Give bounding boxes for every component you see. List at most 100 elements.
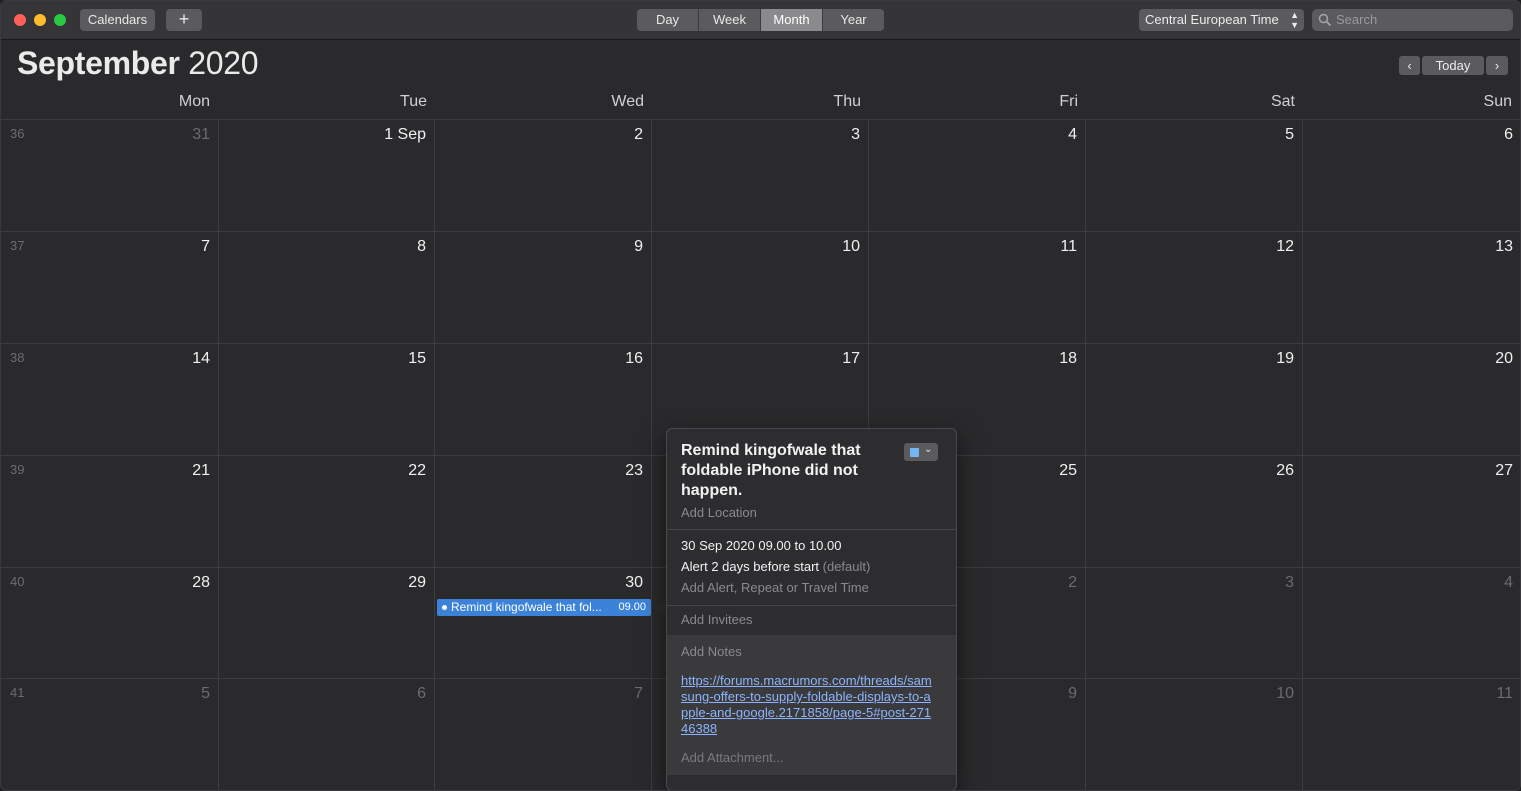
search-icon — [1318, 13, 1332, 27]
event-time: 09.00 — [618, 601, 646, 613]
popover-arrow — [653, 597, 667, 617]
day-cell[interactable]: 30 — [435, 568, 652, 679]
tab-day[interactable]: Day — [637, 9, 699, 31]
day-cell[interactable]: 4 — [869, 120, 1086, 232]
day-cell[interactable]: 40 28 — [1, 568, 219, 679]
day-number: 2 — [634, 126, 643, 143]
calendar-color-picker[interactable]: ⌄ — [904, 443, 938, 461]
day-cell[interactable]: 23 — [435, 456, 652, 568]
weekday-label: Thu — [833, 93, 861, 110]
event-popover: Remind kingofwale that foldable iPhone d… — [666, 428, 957, 790]
day-number: 18 — [1059, 350, 1077, 367]
day-cell[interactable]: 12 — [1086, 232, 1303, 344]
add-notes-label: Add Notes — [681, 644, 742, 659]
minimize-window-button[interactable] — [34, 14, 46, 26]
tab-month[interactable]: Month — [761, 9, 823, 31]
day-cell[interactable]: 2 — [435, 120, 652, 232]
day-number: 4 — [1068, 126, 1077, 143]
tab-year[interactable]: Year — [823, 9, 884, 31]
day-cell[interactable]: 39 21 — [1, 456, 219, 568]
day-cell[interactable]: 3 — [1086, 568, 1303, 679]
updown-chevron-icon: ▲ ▼ — [1290, 10, 1299, 30]
day-cell[interactable]: 10 — [652, 232, 869, 344]
week-number: 40 — [10, 574, 25, 589]
event-date-time[interactable]: 30 Sep 2020 09.00 to 10.00 — [681, 538, 841, 553]
day-cell[interactable]: 19 — [1086, 344, 1303, 456]
day-cell[interactable]: 27 — [1303, 456, 1520, 568]
day-cell[interactable]: 7 — [435, 679, 652, 790]
search-placeholder: Search — [1336, 12, 1378, 27]
day-cell[interactable]: 4 — [1303, 568, 1520, 679]
day-number: 5 — [1285, 126, 1294, 143]
day-number: 23 — [625, 462, 643, 479]
next-month-button[interactable]: › — [1486, 56, 1508, 75]
day-cell[interactable]: 15 — [218, 344, 435, 456]
notes-url-link[interactable]: https://forums.macrumors.com/threads/sam… — [681, 673, 936, 737]
add-event-button[interactable]: + — [166, 9, 202, 31]
weekday-label: Wed — [611, 93, 644, 110]
view-segmented-control: Day Week Month Year — [637, 9, 884, 31]
tab-week[interactable]: Week — [699, 9, 761, 31]
event-title: Remind kingofwale that fol... — [451, 600, 602, 614]
day-cell[interactable]: 38 14 — [1, 344, 219, 456]
day-number: 6 — [417, 685, 426, 702]
day-cell[interactable]: 9 — [435, 232, 652, 344]
weekday-label: Sat — [1270, 93, 1295, 110]
week-number: 39 — [10, 462, 25, 477]
day-cell[interactable]: 10 — [1086, 679, 1303, 790]
day-number: 15 — [408, 350, 426, 367]
alert-text: Alert 2 days before start — [681, 559, 820, 574]
event-title-field[interactable]: Remind kingofwale that foldable iPhone d… — [681, 441, 896, 501]
toolbar: Calendars + Day Week Month Year Central … — [1, 1, 1520, 40]
page-title: September 2020 — [17, 45, 259, 82]
day-cell[interactable]: 41 5 — [1, 679, 219, 790]
day-number: 16 — [625, 350, 643, 367]
day-number: 10 — [842, 238, 860, 255]
color-swatch — [910, 448, 919, 457]
year-label: 2020 — [188, 45, 259, 81]
day-number: 12 — [1276, 238, 1294, 255]
day-number: 11 — [1060, 238, 1077, 255]
week-number: 36 — [10, 126, 25, 141]
search-input[interactable]: Search — [1312, 9, 1513, 31]
day-cell[interactable]: 20 — [1303, 344, 1520, 456]
day-number: 17 — [842, 350, 860, 367]
day-number: 7 — [634, 685, 643, 702]
day-cell[interactable]: 26 — [1086, 456, 1303, 568]
add-attachment-field[interactable]: Add Attachment... — [681, 750, 784, 765]
day-number: 28 — [192, 574, 210, 591]
calendars-button[interactable]: Calendars — [80, 9, 155, 31]
add-location-field[interactable]: Add Location — [681, 505, 757, 520]
day-number: 7 — [201, 238, 210, 255]
day-cell[interactable]: 37 7 — [1, 232, 219, 344]
day-number: 4 — [1504, 574, 1513, 591]
day-cell[interactable]: 8 — [218, 232, 435, 344]
day-cell[interactable]: 11 — [869, 232, 1086, 344]
today-button[interactable]: Today — [1422, 56, 1484, 75]
day-cell[interactable]: 6 — [218, 679, 435, 790]
day-cell[interactable]: 11 — [1303, 679, 1520, 790]
event-alert[interactable]: Alert 2 days before start (default) — [681, 559, 870, 574]
day-cell[interactable]: 29 — [218, 568, 435, 679]
day-cell[interactable]: 13 — [1303, 232, 1520, 344]
day-cell[interactable]: 1 Sep — [218, 120, 435, 232]
day-cell[interactable]: 36 31 — [1, 120, 219, 232]
day-number: 6 — [1504, 126, 1513, 143]
event-dot-icon — [442, 605, 447, 610]
timezone-select[interactable]: Central European Time ▲ ▼ — [1139, 9, 1304, 31]
day-number: 9 — [1068, 685, 1077, 702]
close-window-button[interactable] — [14, 14, 26, 26]
add-invitees-field[interactable]: Add Invitees — [681, 612, 753, 627]
calendar-event[interactable]: Remind kingofwale that fol... 09.00 — [437, 599, 651, 616]
weekday-label: Tue — [400, 93, 427, 110]
previous-month-button[interactable]: ‹ — [1399, 56, 1420, 75]
day-cell[interactable]: 6 — [1303, 120, 1520, 232]
zoom-window-button[interactable] — [54, 14, 66, 26]
day-cell[interactable]: 3 — [652, 120, 869, 232]
day-cell[interactable]: 16 — [435, 344, 652, 456]
day-cell[interactable]: 22 — [218, 456, 435, 568]
week-number: 37 — [10, 238, 25, 253]
add-alert-field[interactable]: Add Alert, Repeat or Travel Time — [681, 580, 869, 595]
day-number: 25 — [1059, 462, 1077, 479]
day-cell[interactable]: 5 — [1086, 120, 1303, 232]
